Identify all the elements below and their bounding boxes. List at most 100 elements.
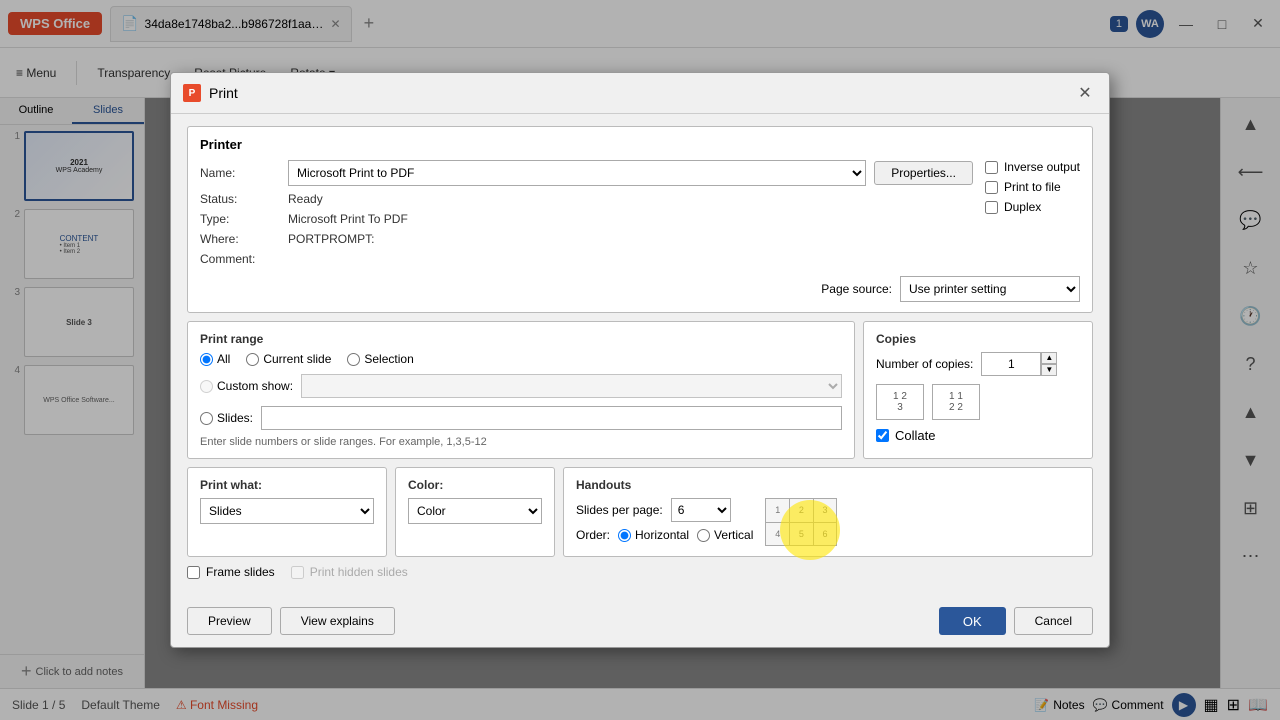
slides-radio[interactable] bbox=[200, 412, 213, 425]
order-label: Order: bbox=[576, 528, 610, 542]
copies-input-wrap: 1 ▲ ▼ bbox=[981, 352, 1057, 376]
handouts-body: Slides per page: 6 Order: Horizontal bbox=[576, 498, 1080, 546]
printer-type-row: Type: Microsoft Print To PDF bbox=[200, 212, 973, 226]
handouts-header: Handouts bbox=[576, 478, 1080, 492]
print-what-select[interactable]: Slides bbox=[200, 498, 374, 524]
print-what-section: Print what: Slides bbox=[187, 467, 387, 557]
custom-show-radio-item: Custom show: bbox=[200, 379, 293, 393]
collate-row: Collate bbox=[876, 428, 1080, 443]
handout-cell-5: 5 bbox=[790, 523, 813, 546]
copies-down-button[interactable]: ▼ bbox=[1041, 364, 1057, 376]
printer-name-row: Name: Microsoft Print to PDF Properties.… bbox=[200, 160, 973, 186]
collate-icon-1: 1 2 3 bbox=[876, 384, 924, 420]
page-source-select[interactable]: Use printer setting bbox=[900, 276, 1080, 302]
custom-show-radio[interactable] bbox=[200, 380, 213, 393]
cancel-button[interactable]: Cancel bbox=[1014, 607, 1093, 635]
ok-button[interactable]: OK bbox=[939, 607, 1006, 635]
collate-label: Collate bbox=[895, 428, 935, 443]
print-range-section: Print range All Current slide Selecti bbox=[187, 321, 855, 459]
type-label: Type: bbox=[200, 212, 280, 226]
slides-per-page-row: Slides per page: 6 bbox=[576, 498, 753, 522]
slides-radio-item: Slides: bbox=[200, 411, 253, 425]
lower-sections: Print range All Current slide Selecti bbox=[187, 321, 1093, 459]
print-to-file-checkbox[interactable] bbox=[985, 181, 998, 194]
status-label: Status: bbox=[200, 192, 280, 206]
print-range-header: Print range bbox=[200, 332, 842, 346]
collate-icon-2: 1 1 2 2 bbox=[932, 384, 980, 420]
properties-button[interactable]: Properties... bbox=[874, 161, 973, 185]
handout-cell-1: 1 bbox=[766, 499, 789, 522]
frame-slides-checkbox[interactable] bbox=[187, 566, 200, 579]
dialog-titlebar: P Print ✕ bbox=[171, 73, 1109, 114]
dialog-title-icon: P bbox=[183, 84, 201, 102]
custom-show-select[interactable] bbox=[301, 374, 842, 398]
print-hidden-item: Print hidden slides bbox=[291, 565, 408, 579]
color-select[interactable]: Color bbox=[408, 498, 542, 524]
order-row: Order: Horizontal Vertical bbox=[576, 528, 753, 542]
printer-main-row: Name: Microsoft Print to PDF Properties.… bbox=[200, 160, 1080, 272]
copies-up-button[interactable]: ▲ bbox=[1041, 352, 1057, 364]
collate-checkbox[interactable] bbox=[876, 429, 889, 442]
name-label: Name: bbox=[200, 166, 280, 180]
page-source-row: Page source: Use printer setting bbox=[200, 276, 1080, 302]
horizontal-radio[interactable] bbox=[618, 529, 631, 542]
handout-grid: 1 2 3 4 5 6 bbox=[765, 498, 837, 546]
inverse-output-label: Inverse output bbox=[1004, 160, 1080, 174]
printer-checkboxes: Inverse output Print to file Duplex bbox=[985, 160, 1080, 272]
slides-row: Slides: bbox=[200, 406, 842, 430]
copies-input[interactable]: 1 bbox=[981, 352, 1041, 376]
copies-number-label: Number of copies: bbox=[876, 357, 973, 371]
view-explains-button[interactable]: View explains bbox=[280, 607, 395, 635]
handout-cell-3: 3 bbox=[814, 499, 837, 522]
handout-cell-2: 2 bbox=[790, 499, 813, 522]
preview-button[interactable]: Preview bbox=[187, 607, 272, 635]
vertical-radio[interactable] bbox=[697, 529, 710, 542]
range-radio-row1: All Current slide Selection bbox=[200, 352, 842, 366]
inverse-output-row: Inverse output bbox=[985, 160, 1080, 174]
current-slide-radio[interactable] bbox=[246, 353, 259, 366]
all-label: All bbox=[217, 352, 230, 366]
handout-cell-6: 6 bbox=[814, 523, 837, 546]
inverse-output-checkbox[interactable] bbox=[985, 161, 998, 174]
dialog-overlay: P Print ✕ Printer Name: Microsoft Print … bbox=[0, 0, 1280, 720]
slides-range-label: Slides: bbox=[217, 411, 253, 425]
duplex-checkbox[interactable] bbox=[985, 201, 998, 214]
printer-select[interactable]: Microsoft Print to PDF bbox=[288, 160, 866, 186]
printer-where-row: Where: PORTPROMPT: bbox=[200, 232, 973, 246]
footer-left: Preview View explains bbox=[187, 607, 395, 635]
printer-section: Printer Name: Microsoft Print to PDF Pro… bbox=[187, 126, 1093, 313]
dialog-body: Printer Name: Microsoft Print to PDF Pro… bbox=[171, 114, 1109, 599]
handout-cell-4: 4 bbox=[766, 523, 789, 546]
dialog-close-button[interactable]: ✕ bbox=[1073, 81, 1097, 105]
print-hidden-checkbox[interactable] bbox=[291, 566, 304, 579]
color-header: Color: bbox=[408, 478, 542, 492]
where-value: PORTPROMPT: bbox=[288, 232, 973, 246]
print-dialog: P Print ✕ Printer Name: Microsoft Print … bbox=[170, 72, 1110, 648]
print-what-header: Print what: bbox=[200, 478, 374, 492]
bottom-sections: Print what: Slides Color: Color Handouts bbox=[187, 467, 1093, 557]
frame-slides-label: Frame slides bbox=[206, 565, 275, 579]
footer-right: OK Cancel bbox=[939, 607, 1093, 635]
print-hidden-label: Print hidden slides bbox=[310, 565, 408, 579]
horizontal-radio-item: Horizontal bbox=[618, 528, 689, 542]
current-slide-label: Current slide bbox=[263, 352, 331, 366]
collate-icons: 1 2 3 1 1 2 2 bbox=[876, 384, 1080, 420]
frame-row: Frame slides Print hidden slides bbox=[187, 565, 1093, 579]
frame-slides-item: Frame slides bbox=[187, 565, 275, 579]
printer-status-row: Status: Ready bbox=[200, 192, 973, 206]
print-to-file-label: Print to file bbox=[1004, 180, 1061, 194]
selection-radio[interactable] bbox=[347, 353, 360, 366]
comment-label: Comment: bbox=[200, 252, 280, 266]
slides-per-page-label: Slides per page: bbox=[576, 503, 663, 517]
slides-input[interactable] bbox=[261, 406, 842, 430]
duplex-row: Duplex bbox=[985, 200, 1080, 214]
handouts-left: Slides per page: 6 Order: Horizontal bbox=[576, 498, 753, 542]
all-radio-item: All bbox=[200, 352, 230, 366]
selection-label: Selection bbox=[364, 352, 413, 366]
selection-radio-item: Selection bbox=[347, 352, 413, 366]
copies-label-row: Number of copies: 1 ▲ ▼ bbox=[876, 352, 1080, 376]
copies-section: Copies Number of copies: 1 ▲ ▼ bbox=[863, 321, 1093, 459]
all-radio[interactable] bbox=[200, 353, 213, 366]
slides-per-page-select[interactable]: 6 bbox=[671, 498, 731, 522]
dialog-title-area: P Print bbox=[183, 84, 238, 102]
